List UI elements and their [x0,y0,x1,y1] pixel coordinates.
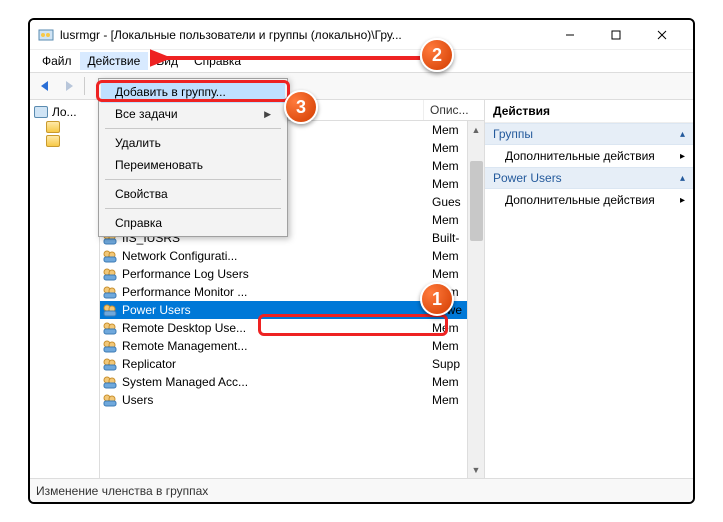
menu-action[interactable]: Действие [80,52,149,70]
tree-root-label: Ло... [52,105,77,119]
collapse-icon: ▴ [680,173,685,184]
tree-root[interactable]: Ло... [32,104,97,120]
tree-pane[interactable]: Ло... [30,100,100,478]
menu-separator [105,208,281,209]
menu-delete[interactable]: Удалить [101,132,285,154]
group-icon [102,284,118,300]
actions-groups-header[interactable]: Группы ▴ [485,123,693,145]
scroll-down-button[interactable]: ▼ [468,461,484,478]
row-name: Replicator [122,357,432,371]
menu-rename[interactable]: Переименовать [101,154,285,176]
list-row[interactable]: Remote Desktop Use...Mem [100,319,484,337]
menu-help[interactable]: Справка [186,52,249,70]
list-row[interactable]: UsersMem [100,391,484,409]
row-name: Network Configurati... [122,249,432,263]
folder-icon [46,135,60,147]
chevron-right-icon: ▸ [680,151,685,162]
scroll-up-button[interactable]: ▲ [468,121,484,138]
maximize-button[interactable] [593,20,639,50]
actions-groups-header-label: Группы [493,127,533,141]
list-row[interactable]: Performance Log UsersMem [100,265,484,283]
group-icon [102,320,118,336]
action-menu-dropdown: Добавить в группу... Все задачи ▶ Удалит… [98,78,288,237]
folder-icon [46,121,60,133]
list-row[interactable]: Network Configurati...Mem [100,247,484,265]
group-icon [102,302,118,318]
group-icon [102,248,118,264]
scroll-thumb[interactable] [470,161,483,241]
menu-file[interactable]: Файл [34,52,80,70]
group-icon [102,266,118,282]
forward-button[interactable] [58,75,80,97]
row-name: Performance Log Users [122,267,432,281]
window-title: lusrmgr - [Локальные пользователи и груп… [60,28,547,42]
close-button[interactable] [639,20,685,50]
row-name: Remote Management... [122,339,432,353]
menu-rename-label: Переименовать [115,158,203,172]
chevron-right-icon: ▸ [680,195,685,206]
group-icon [102,356,118,372]
annotation-balloon-1: 1 [420,282,454,316]
group-icon [102,338,118,354]
row-name: Users [122,393,432,407]
menu-view[interactable]: Вид [148,52,186,70]
toolbar-separator [84,77,85,95]
status-text: Изменение членства в группах [36,484,208,498]
actions-groups-more-label: Дополнительные действия [505,149,655,163]
annotation-balloon-3: 3 [284,90,318,124]
menu-separator [105,128,281,129]
row-name: Performance Monitor ... [122,285,432,299]
list-row[interactable]: ReplicatorSupp [100,355,484,373]
actions-pane: Действия Группы ▴ Дополнительные действи… [485,100,693,478]
actions-powerusers-header-label: Power Users [493,171,562,185]
menubar: Файл Действие Вид Справка [30,50,693,72]
app-icon [38,27,54,43]
tree-users[interactable] [32,120,97,134]
menu-all-tasks-label: Все задачи [115,107,178,121]
menu-help-label: Справка [115,216,162,230]
titlebar: lusrmgr - [Локальные пользователи и груп… [30,20,693,50]
menu-add-to-group-label: Добавить в группу... [115,85,226,99]
actions-powerusers-more-label: Дополнительные действия [505,193,655,207]
group-icon [102,392,118,408]
balloon-2-label: 2 [432,45,442,66]
menu-properties-label: Свойства [115,187,168,201]
balloon-3-label: 3 [296,97,306,118]
back-button[interactable] [34,75,56,97]
menu-properties[interactable]: Свойства [101,183,285,205]
row-name: System Managed Acc... [122,375,432,389]
menu-separator [105,179,281,180]
submenu-arrow-icon: ▶ [264,109,271,120]
collapse-icon: ▴ [680,129,685,140]
row-name: Remote Desktop Use... [122,321,432,335]
annotation-balloon-2: 2 [420,38,454,72]
minimize-button[interactable] [547,20,593,50]
computer-icon [34,106,48,118]
row-name: Power Users [122,303,432,317]
col-desc[interactable]: Опис... [424,100,484,120]
balloon-1-label: 1 [432,289,442,310]
actions-title: Действия [485,100,693,123]
group-icon [102,374,118,390]
actions-powerusers-more[interactable]: Дополнительные действия ▸ [485,189,693,211]
menu-add-to-group[interactable]: Добавить в группу... [101,81,285,103]
list-row[interactable]: Remote Management...Mem [100,337,484,355]
actions-groups-more[interactable]: Дополнительные действия ▸ [485,145,693,167]
statusbar: Изменение членства в группах [30,478,693,502]
menu-delete-label: Удалить [115,136,161,150]
vertical-scrollbar[interactable]: ▲ ▼ [467,121,484,478]
list-row[interactable]: System Managed Acc...Mem [100,373,484,391]
menu-all-tasks[interactable]: Все задачи ▶ [101,103,285,125]
menu-help[interactable]: Справка [101,212,285,234]
actions-powerusers-header[interactable]: Power Users ▴ [485,167,693,189]
tree-groups[interactable] [32,134,97,148]
